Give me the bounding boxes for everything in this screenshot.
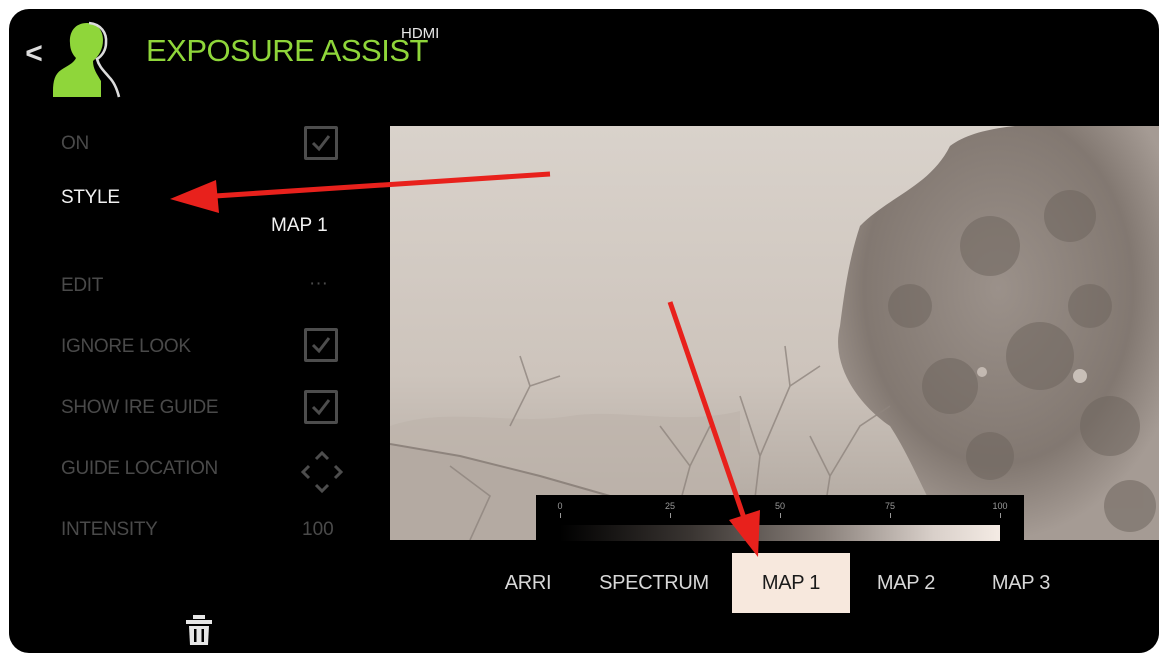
intensity-label: INTENSITY [61,519,158,540]
page-title: EXPOSURE ASSIST [146,33,428,68]
ire-tick-label: 75 [884,501,896,511]
ire-tick-mark [670,513,671,518]
ire-tick-mark [560,513,561,518]
camera-preview [390,126,1159,540]
ire-tick-mark [780,513,781,518]
ire-guide: 0 25 50 75 100 [536,495,1024,553]
on-label: ON [61,133,89,154]
on-checkbox[interactable] [304,126,338,160]
ire-gradient-bar [560,525,1000,541]
ire-tick-mark [1000,513,1001,518]
trash-icon[interactable] [183,613,215,647]
ignore-look-label: IGNORE LOOK [61,336,191,357]
ire-tick-label: 0 [557,501,563,511]
intensity-value[interactable]: 100 [302,519,334,541]
output-label: HDMI [401,25,440,42]
style-value[interactable]: MAP 1 [271,215,328,237]
tab-map-2[interactable]: MAP 2 [859,553,953,613]
ignore-look-checkbox[interactable] [304,328,338,362]
back-button[interactable]: < [21,39,47,69]
check-icon [311,399,331,416]
check-icon [311,135,331,152]
tab-arri[interactable]: ARRI [489,553,567,613]
dpad-icon[interactable] [300,450,344,494]
check-icon [311,337,331,354]
exposure-assist-person-icon [49,19,125,99]
edit-more-button[interactable]: ··· [309,273,328,295]
device-screen: < EXPOSURE ASSIST HDMI ON STYLE MAP 1 ED… [9,9,1159,653]
show-ire-guide-label: SHOW IRE GUIDE [61,397,219,418]
show-ire-guide-checkbox[interactable] [304,390,338,424]
edit-label[interactable]: EDIT [61,275,103,297]
ire-tick-label: 25 [664,501,676,511]
guide-location-label: GUIDE LOCATION [61,458,218,479]
ire-tick-label: 100 [992,501,1008,511]
tab-spectrum[interactable]: SPECTRUM [589,553,719,613]
ire-tick-mark [890,513,891,518]
tab-map-1[interactable]: MAP 1 [732,553,850,613]
tab-map-3[interactable]: MAP 3 [974,553,1068,613]
ire-tick-label: 50 [774,501,786,511]
style-label[interactable]: STYLE [61,187,120,209]
